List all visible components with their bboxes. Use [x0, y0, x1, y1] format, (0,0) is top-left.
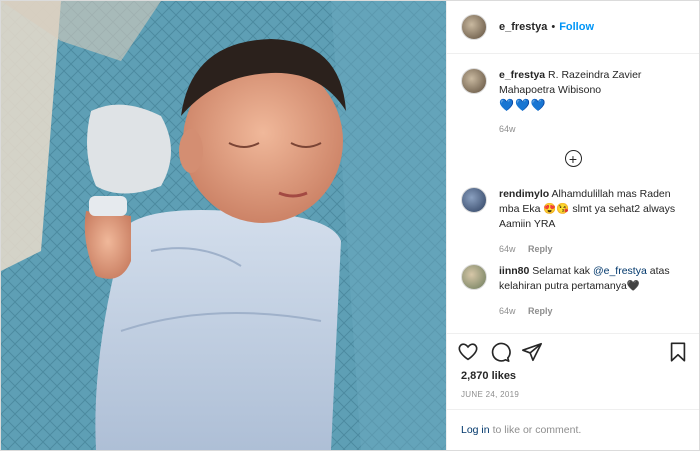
- caption-text-block: e_frestya R. Razeindra Zavier Mahapoetra…: [499, 68, 685, 98]
- comment-meta: 64w Reply: [499, 306, 685, 316]
- action-bar: [447, 333, 699, 370]
- post-photo[interactable]: [1, 1, 446, 450]
- share-icon[interactable]: [521, 341, 543, 363]
- caption-time[interactable]: 64w: [499, 124, 516, 134]
- author-avatar[interactable]: [461, 14, 487, 40]
- comments-section: e_frestya R. Razeindra Zavier Mahapoetra…: [447, 54, 699, 333]
- commenter-avatar[interactable]: [461, 264, 487, 290]
- follow-button[interactable]: Follow: [559, 21, 594, 33]
- load-more-comments: +: [461, 150, 685, 167]
- comment-time[interactable]: 64w: [499, 244, 516, 254]
- caption-avatar[interactable]: [461, 68, 487, 94]
- instagram-post: e_frestya • Follow e_frestya R. Razeindr…: [0, 0, 700, 451]
- comment-text-before: Selamat kak: [532, 265, 593, 277]
- comment-item: rendimylo Alhamdulillah mas Raden mba Ek…: [461, 187, 685, 254]
- post-side-panel: e_frestya • Follow e_frestya R. Razeindr…: [446, 1, 699, 450]
- caption-meta: 64w: [499, 124, 685, 134]
- likes-count[interactable]: 2,870 likes: [447, 370, 699, 382]
- newborn-photo-illustration: [1, 1, 446, 450]
- login-prompt: Log in to like or comment.: [447, 409, 699, 450]
- caption-hearts: 💙💙💙: [499, 98, 547, 112]
- comment-text-block: rendimylo Alhamdulillah mas Raden mba Ek…: [499, 187, 685, 232]
- reply-button[interactable]: Reply: [528, 244, 553, 254]
- bookmark-icon[interactable]: [667, 341, 689, 363]
- comment-text-block: iinn80 Selamat kak @e_frestya atas kelah…: [499, 264, 685, 294]
- mention-link[interactable]: @e_frestya: [593, 265, 647, 277]
- comment-time[interactable]: 64w: [499, 306, 516, 316]
- caption: e_frestya R. Razeindra Zavier Mahapoetra…: [461, 68, 685, 134]
- commenter-username[interactable]: iinn80: [499, 265, 529, 277]
- comment-icon[interactable]: [489, 341, 511, 363]
- author-username[interactable]: e_frestya: [499, 21, 547, 33]
- caption-username[interactable]: e_frestya: [499, 69, 545, 81]
- commenter-avatar[interactable]: [461, 187, 487, 213]
- login-prompt-text: to like or comment.: [492, 424, 582, 436]
- commenter-username[interactable]: rendimylo: [499, 188, 549, 200]
- heart-icon[interactable]: [457, 341, 479, 363]
- reply-button[interactable]: Reply: [528, 306, 553, 316]
- post-date[interactable]: JUNE 24, 2019: [447, 382, 699, 409]
- post-header: e_frestya • Follow: [447, 1, 699, 54]
- comment-item: iinn80 Selamat kak @e_frestya atas kelah…: [461, 264, 685, 316]
- plus-circle-icon[interactable]: +: [564, 150, 582, 167]
- separator-dot: •: [551, 21, 556, 33]
- comment-meta: 64w Reply: [499, 244, 685, 254]
- login-link[interactable]: Log in: [461, 424, 490, 436]
